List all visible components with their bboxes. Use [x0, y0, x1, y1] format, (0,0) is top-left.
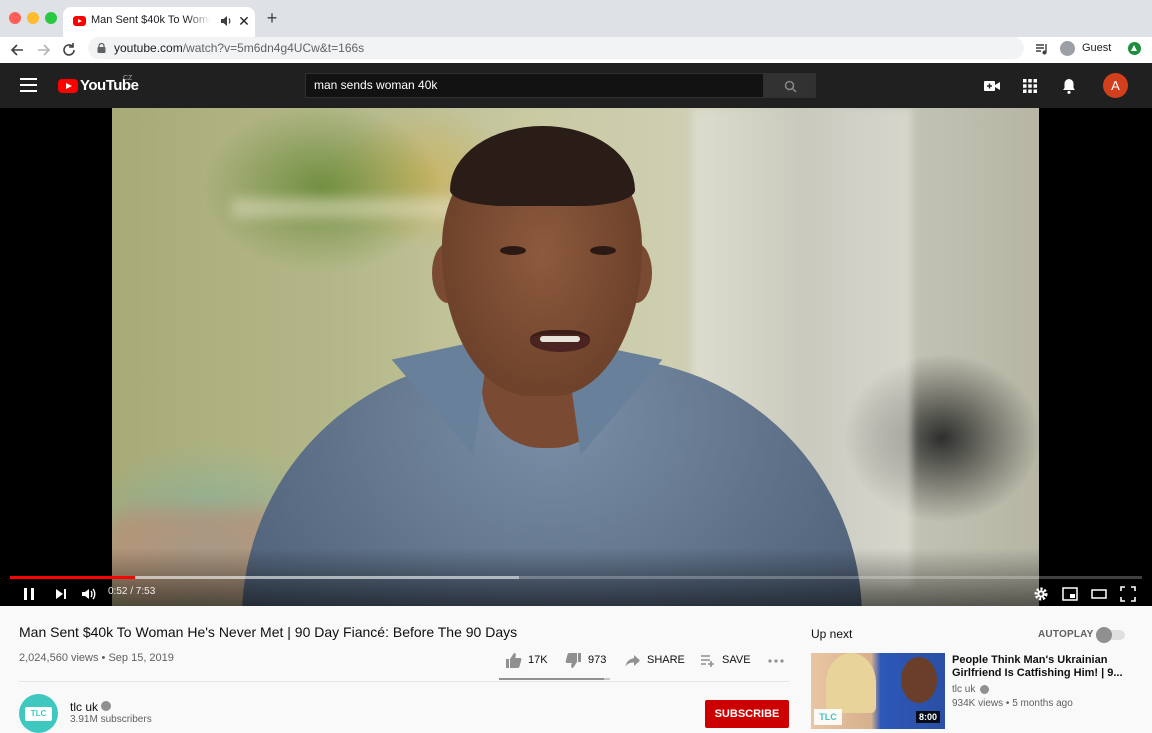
- verified-badge-icon: [980, 685, 989, 694]
- dislike-button[interactable]: 973: [565, 652, 610, 670]
- miniplayer-icon[interactable]: [1061, 585, 1079, 603]
- tlc-logo: TLC: [814, 709, 842, 725]
- account-avatar[interactable]: A: [1103, 73, 1128, 98]
- fullscreen-icon[interactable]: [1119, 585, 1137, 603]
- speaker-icon[interactable]: [219, 14, 233, 28]
- volume-icon[interactable]: [80, 585, 98, 603]
- media-control-icon[interactable]: [1034, 41, 1050, 57]
- new-tab-button[interactable]: +: [263, 9, 281, 27]
- search-query-text: man sends woman 40k: [314, 78, 438, 92]
- theater-mode-icon[interactable]: [1090, 585, 1108, 603]
- maximize-window-button[interactable]: [45, 12, 57, 24]
- next-video-title[interactable]: People Think Man's Ukrainian Girlfriend …: [952, 654, 1132, 680]
- share-label: SHARE: [647, 654, 685, 666]
- channel-name[interactable]: tlc uk: [70, 700, 98, 714]
- search-icon: [784, 80, 797, 93]
- dislike-count: 973: [588, 654, 607, 666]
- share-arrow-icon: [625, 655, 640, 667]
- reload-icon[interactable]: [59, 40, 79, 60]
- browser-toolbar: youtube.com/watch?v=5m6dn4g4UCw&t=166s G…: [0, 37, 1152, 63]
- next-video-icon[interactable]: [52, 585, 70, 603]
- update-icon[interactable]: [1128, 42, 1141, 55]
- divider: [19, 681, 789, 682]
- profile-label: Guest: [1082, 42, 1112, 54]
- close-tab-icon[interactable]: ✕: [236, 13, 252, 29]
- save-button[interactable]: SAVE: [699, 652, 751, 670]
- more-actions-button[interactable]: [767, 652, 785, 670]
- video-title: Man Sent $40k To Woman He's Never Met | …: [19, 624, 518, 640]
- autoplay-toggle[interactable]: [1096, 627, 1125, 643]
- video-meta: 2,024,560 views • Sep 15, 2019: [19, 652, 174, 664]
- back-arrow-icon[interactable]: [8, 40, 28, 60]
- like-count: 17K: [528, 654, 548, 666]
- next-video-meta: 934K views • 5 months ago: [952, 698, 1073, 709]
- forward-arrow-icon[interactable]: [33, 40, 53, 60]
- save-label: SAVE: [722, 654, 751, 666]
- pause-icon[interactable]: [20, 585, 38, 603]
- notifications-bell-icon[interactable]: [1060, 77, 1078, 95]
- like-button[interactable]: 17K: [505, 652, 550, 670]
- lock-icon: [97, 43, 106, 53]
- tab-title: Man Sent $40k To Woman He's Never Met | …: [91, 14, 211, 26]
- like-dislike-ratio-bar: [499, 678, 610, 680]
- profile-avatar-icon: [1060, 41, 1075, 56]
- video-duration: 8:00: [916, 711, 941, 723]
- youtube-masthead: YouTube CZ man sends woman 40k A: [0, 63, 1152, 108]
- channel-avatar[interactable]: TLC: [19, 694, 58, 733]
- close-window-button[interactable]: [9, 12, 21, 24]
- thumbs-down-icon: [565, 653, 581, 668]
- browser-tab-strip: Man Sent $40k To Woman He's Never Met | …: [0, 0, 1152, 37]
- browser-tab-active[interactable]: Man Sent $40k To Woman He's Never Met | …: [63, 7, 255, 37]
- youtube-favicon-icon: [73, 16, 86, 26]
- next-video-thumbnail[interactable]: TLC 8:00: [811, 653, 945, 729]
- youtube-play-logo-icon: [58, 79, 78, 93]
- thumbs-up-icon: [506, 653, 522, 668]
- menu-icon[interactable]: [20, 78, 37, 92]
- time-display: 0:52 / 7:53: [108, 586, 156, 597]
- search-input[interactable]: man sends woman 40k: [305, 73, 764, 98]
- video-player[interactable]: 0:52 / 7:53: [0, 108, 1152, 606]
- url-text: youtube.com/watch?v=5m6dn4g4UCw&t=166s: [114, 41, 365, 55]
- subscribe-button[interactable]: SUBSCRIBE: [705, 700, 789, 728]
- verified-badge-icon: [101, 701, 111, 711]
- video-frame: [112, 108, 1039, 606]
- search-button[interactable]: [764, 73, 816, 98]
- apps-grid-icon[interactable]: [1021, 77, 1039, 95]
- minimize-window-button[interactable]: [27, 12, 39, 24]
- up-next-heading: Up next: [811, 627, 853, 641]
- next-video-channel[interactable]: tlc uk: [952, 684, 975, 695]
- playlist-add-icon: [701, 655, 714, 667]
- more-horizontal-icon: [768, 659, 784, 663]
- share-button[interactable]: SHARE: [624, 652, 685, 670]
- address-bar[interactable]: youtube.com/watch?v=5m6dn4g4UCw&t=166s: [88, 37, 1024, 59]
- create-video-icon[interactable]: [983, 77, 1001, 95]
- country-code: CZ: [123, 75, 133, 82]
- toggle-knob: [1096, 627, 1112, 643]
- progress-bar[interactable]: [10, 576, 1142, 579]
- autoplay-label: AUTOPLAY: [1038, 629, 1094, 640]
- settings-gear-icon[interactable]: [1032, 585, 1050, 603]
- progress-played: [10, 576, 135, 579]
